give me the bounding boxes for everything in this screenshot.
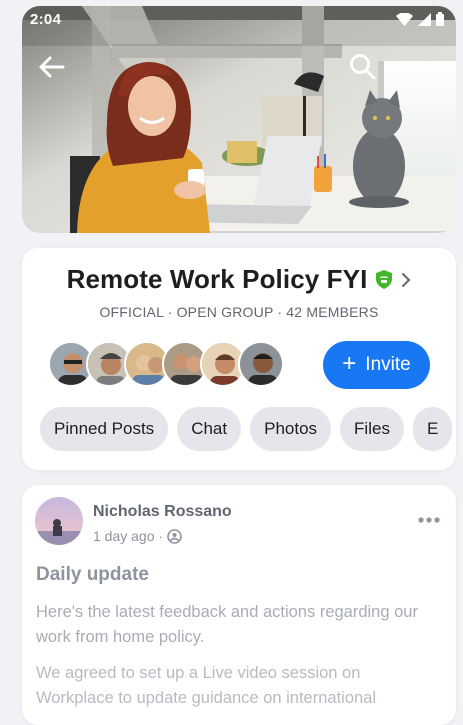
avatar[interactable] xyxy=(238,341,284,387)
back-arrow-icon xyxy=(39,56,65,78)
post-body-continued: We agreed to set up a Live video session… xyxy=(36,664,377,707)
tab-events[interactable]: E xyxy=(412,407,453,451)
post-body: Here's the latest feedback and actions r… xyxy=(36,603,418,646)
post-card: Nicholas Rossano 1 day ago · Daily updat… xyxy=(22,485,456,725)
post-author-name[interactable]: Nicholas Rossano xyxy=(93,503,232,521)
member-photo xyxy=(240,343,282,385)
verified-shield-icon xyxy=(376,270,393,289)
post-time-text: 1 day ago · xyxy=(93,528,164,544)
member-avatars[interactable] xyxy=(48,341,284,387)
search-button[interactable] xyxy=(348,52,378,82)
group-meta: OFFICIAL · OPEN GROUP · 42 MEMBERS xyxy=(99,304,379,320)
battery-icon xyxy=(436,12,444,26)
author-photo xyxy=(35,497,83,545)
back-button[interactable] xyxy=(36,52,66,82)
status-bar: 2:04 xyxy=(22,6,456,34)
more-icon xyxy=(418,517,440,523)
post-timestamp: 1 day ago · xyxy=(93,528,182,544)
search-icon xyxy=(350,54,376,80)
chevron-right-icon xyxy=(402,272,411,287)
more-icon xyxy=(406,65,432,71)
signal-icon xyxy=(418,12,431,26)
post-options-button[interactable] xyxy=(418,510,440,528)
group-cover-photo: 2:04 xyxy=(22,6,456,233)
tab-photos[interactable]: Photos xyxy=(250,407,332,451)
tab-chat[interactable]: Chat xyxy=(177,407,242,451)
wifi-icon xyxy=(396,12,413,26)
cover-photo-illustration xyxy=(22,6,456,233)
invite-button[interactable]: + Invite xyxy=(323,341,430,389)
invite-label: Invite xyxy=(365,354,411,375)
post-title: Daily update xyxy=(36,564,149,585)
post-author-avatar[interactable] xyxy=(35,497,83,545)
status-time: 2:04 xyxy=(30,11,62,28)
group-info-card: Remote Work Policy FYI OFFICIAL · OPEN G… xyxy=(22,248,456,470)
group-title: Remote Work Policy FYI xyxy=(66,264,368,294)
tab-pinned-posts[interactable]: Pinned Posts xyxy=(40,407,169,451)
group-title-row[interactable]: Remote Work Policy FYI xyxy=(22,264,456,295)
more-options-button[interactable] xyxy=(404,52,434,82)
status-icons xyxy=(396,12,444,26)
tab-files[interactable]: Files xyxy=(340,407,404,451)
audience-icon xyxy=(167,528,182,544)
plus-icon: + xyxy=(342,350,357,377)
group-tabs: Pinned Posts Chat Photos Files E xyxy=(40,407,453,451)
